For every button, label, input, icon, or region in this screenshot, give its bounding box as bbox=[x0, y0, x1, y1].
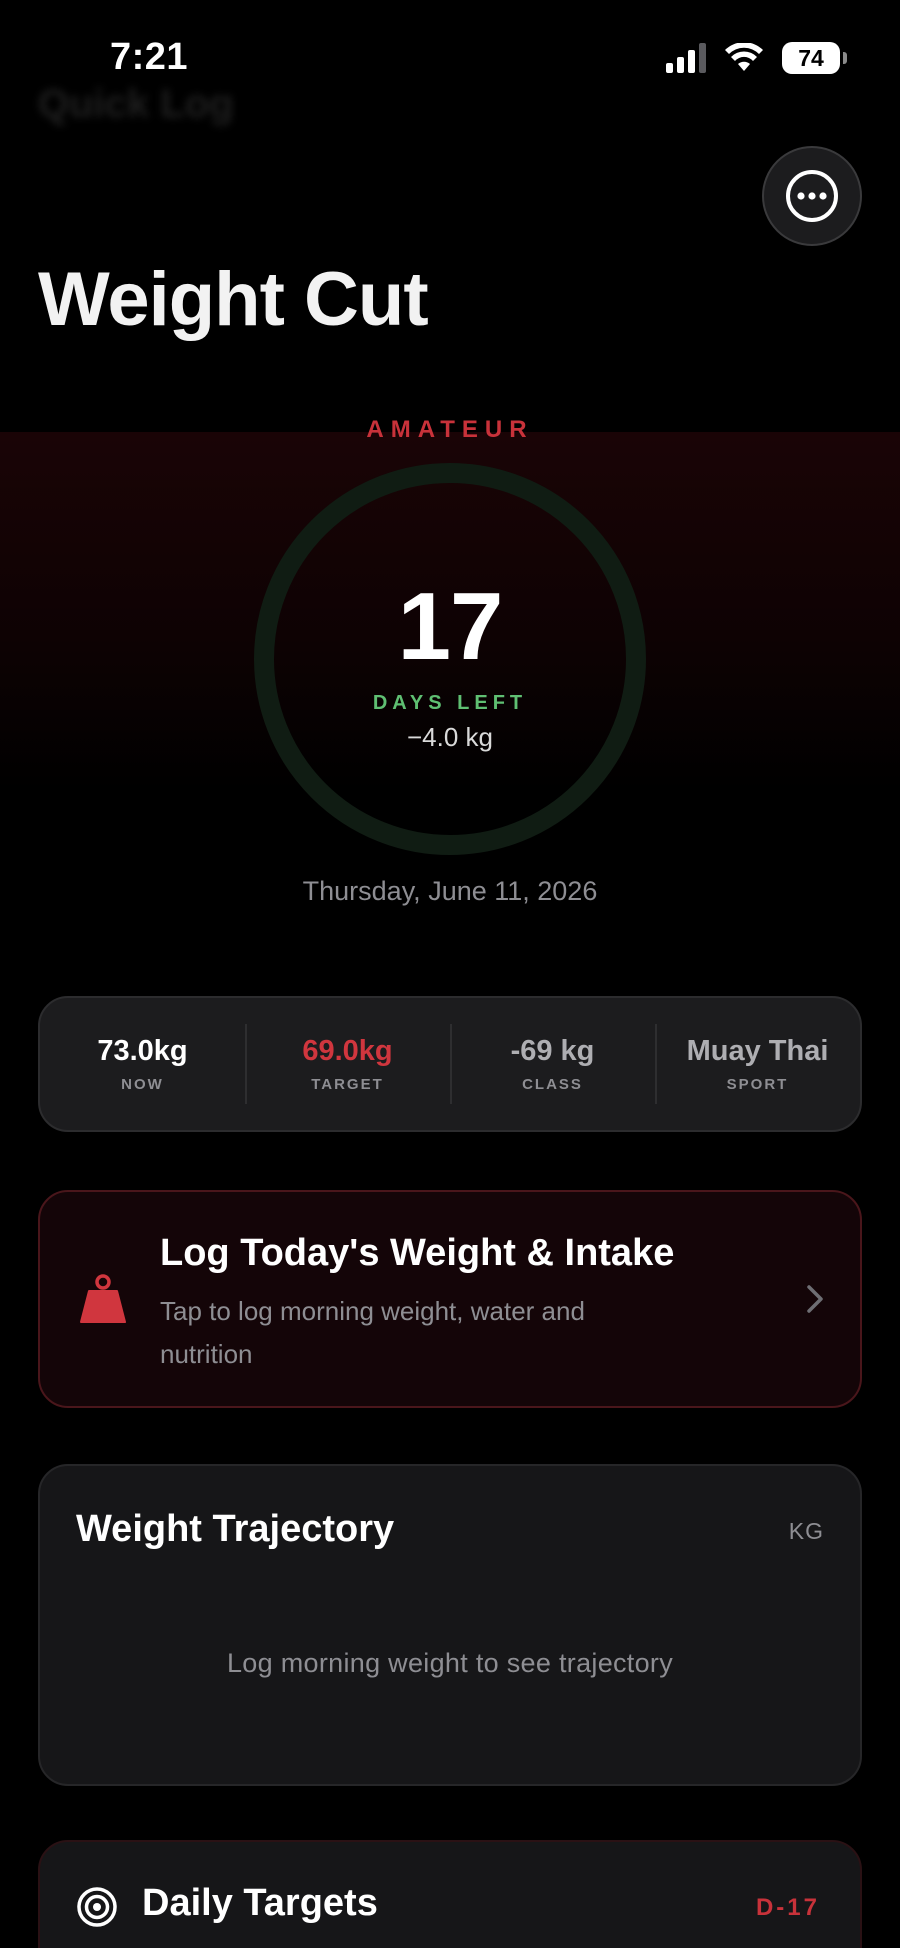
wifi-icon bbox=[725, 43, 763, 71]
countdown-badge: D-17 bbox=[755, 1894, 820, 1921]
log-card-subtitle: Tap to log morning weight, water and nut… bbox=[160, 1296, 585, 1369]
days-left-label: DAYS LEFT bbox=[372, 692, 528, 714]
event-date: Thursday, June 11, 2026 bbox=[302, 876, 598, 906]
page-title: Weight Cut bbox=[38, 257, 429, 342]
stat-class: -69 kg CLASS bbox=[450, 1022, 655, 1106]
ellipsis-circle-icon bbox=[786, 170, 838, 222]
status-icons: 74 bbox=[666, 42, 847, 74]
division-label: AMATEUR bbox=[366, 416, 534, 443]
stat-target: 69.0kg TARGET bbox=[245, 1022, 450, 1106]
stat-label: NOW bbox=[121, 1076, 164, 1093]
stat-label: TARGET bbox=[311, 1076, 384, 1093]
daily-targets-card[interactable]: Daily Targets D-17 bbox=[38, 1840, 862, 1948]
days-left-number: 17 bbox=[397, 573, 504, 680]
weight-trajectory-card: Weight Trajectory KG Log morning weight … bbox=[38, 1464, 862, 1786]
trajectory-unit: KG bbox=[788, 1518, 824, 1544]
chevron-right-icon bbox=[807, 1285, 823, 1313]
stats-card: 73.0kg NOW 69.0kg TARGET -69 kg CLASS Mu… bbox=[38, 996, 862, 1132]
stat-now: 73.0kg NOW bbox=[40, 1022, 245, 1106]
log-card-title: Log Today's Weight & Intake bbox=[160, 1232, 675, 1274]
background-header: Quick Log bbox=[38, 82, 234, 126]
log-weight-card[interactable]: Log Today's Weight & Intake Tap to log m… bbox=[38, 1190, 862, 1408]
stat-sport: Muay Thai SPORT bbox=[655, 1022, 860, 1106]
stat-value: 69.0kg bbox=[302, 1035, 393, 1067]
cellular-signal-icon bbox=[666, 43, 706, 73]
trajectory-title: Weight Trajectory bbox=[76, 1508, 395, 1550]
weight-icon bbox=[80, 1274, 126, 1323]
weight-delta: −4.0 kg bbox=[406, 722, 493, 752]
daily-targets-title: Daily Targets bbox=[142, 1882, 378, 1924]
stat-label: SPORT bbox=[726, 1076, 789, 1093]
trajectory-empty-message: Log morning weight to see trajectory bbox=[226, 1648, 674, 1678]
stat-label: CLASS bbox=[522, 1076, 583, 1093]
stat-value: -69 kg bbox=[510, 1035, 595, 1067]
stat-value: Muay Thai bbox=[686, 1035, 829, 1067]
more-options-button[interactable] bbox=[762, 146, 862, 246]
status-time: 7:21 bbox=[110, 36, 189, 78]
battery-icon: 74 bbox=[782, 42, 847, 74]
target-icon bbox=[77, 1887, 117, 1927]
stat-value: 73.0kg bbox=[97, 1035, 188, 1067]
screen: 7:21 74 Quick Log Weight Cut AMATEUR 17 … bbox=[0, 0, 900, 1948]
